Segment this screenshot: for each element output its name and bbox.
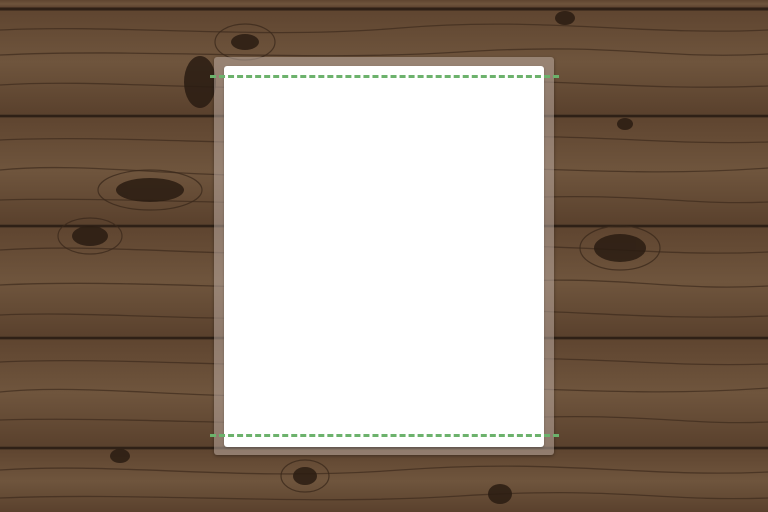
top-crop-guide[interactable] — [210, 75, 559, 78]
bottom-crop-guide[interactable] — [210, 434, 559, 437]
canvas-stage — [0, 0, 768, 512]
blank-page-canvas[interactable] — [224, 66, 544, 447]
